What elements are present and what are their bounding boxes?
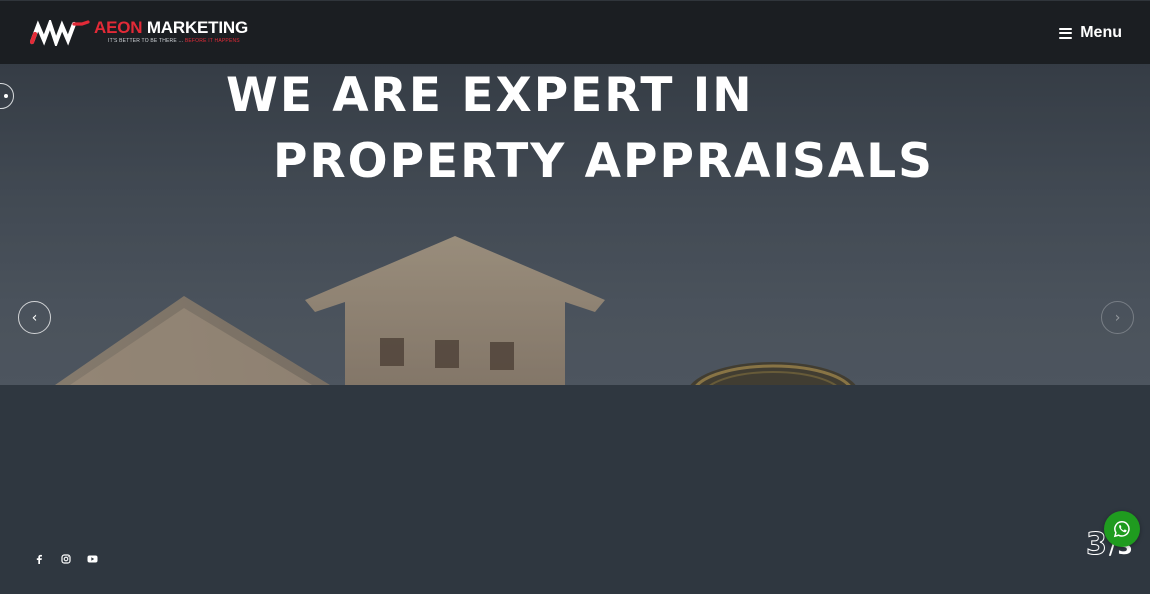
youtube-icon[interactable] [85,551,100,566]
slider-prev-button[interactable]: ‹ [18,301,51,334]
brand-name: AEON MARKETING [94,18,248,37]
instagram-icon[interactable] [58,551,73,566]
brand-logo[interactable]: AEON MARKETING IT'S BETTER TO BE THERE .… [30,18,248,48]
menu-label: Menu [1080,24,1122,41]
brand-tagline: IT'S BETTER TO BE THERE ... BEFORE IT HA… [108,38,240,44]
headline-line-2: PROPERTY APPRAISALS [273,134,935,189]
facebook-icon[interactable] [31,551,46,566]
social-links [31,551,100,566]
chevron-right-icon: › [1114,309,1121,326]
whatsapp-icon [1113,521,1130,538]
hamburger-icon [1059,27,1073,39]
menu-button[interactable]: Menu [1059,22,1122,44]
whatsapp-button[interactable] [1104,511,1140,547]
chevron-left-icon: ‹ [31,309,38,326]
headline-line-1: WE ARE EXPERT IN [226,68,754,123]
pulse-logo-icon [30,20,90,46]
top-navbar: AEON MARKETING IT'S BETTER TO BE THERE .… [0,0,1150,64]
slider-next-button[interactable]: › [1101,301,1134,334]
